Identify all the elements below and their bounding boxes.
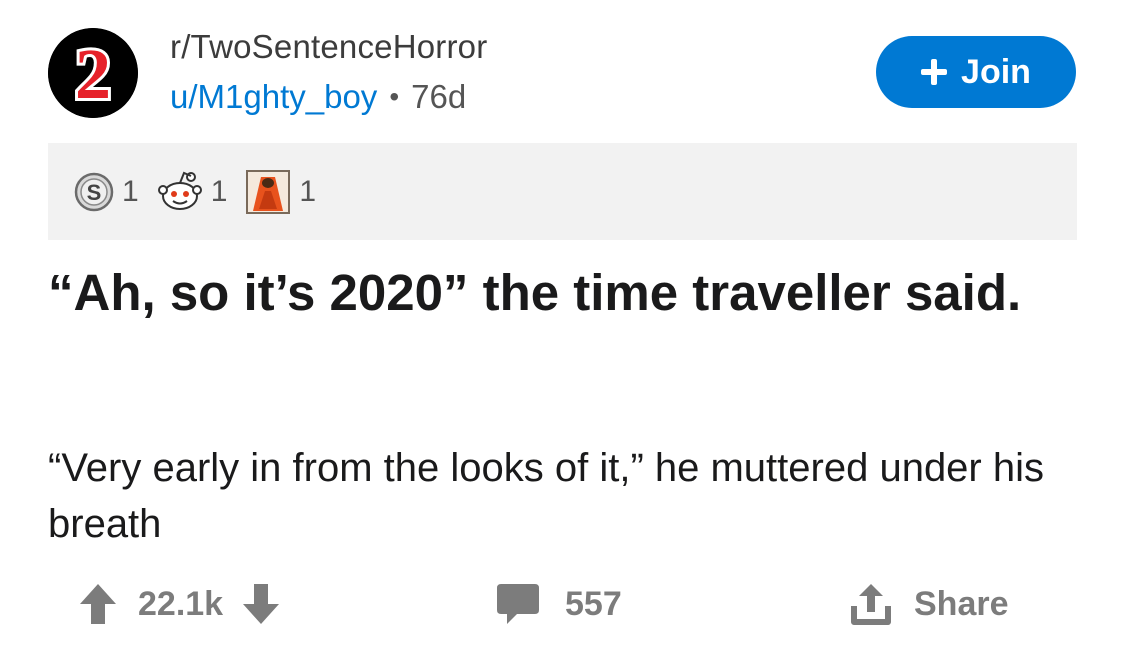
downvote-icon (243, 584, 280, 624)
award-shocked[interactable]: 1 (245, 169, 316, 215)
award-count: 1 (299, 174, 317, 208)
share-label: Share (914, 584, 1009, 623)
comment-count: 557 (565, 584, 622, 623)
author-username[interactable]: u/M1ghty_boy (170, 78, 377, 116)
downvote-button[interactable] (241, 582, 281, 626)
upvote-icon (80, 584, 116, 624)
awards-bar[interactable]: S 1 1 1 (48, 143, 1077, 240)
post-title[interactable]: “Ah, so it’s 2020” the time traveller sa… (48, 262, 1088, 324)
subreddit-name[interactable]: r/TwoSentenceHorror (170, 28, 487, 66)
post-body: “Very early in from the looks of it,” he… (48, 446, 1044, 546)
silver-award-icon: S (74, 172, 114, 211)
post-meta: u/M1ghty_boy • 76d (170, 78, 466, 116)
meta-separator: • (389, 81, 400, 112)
vote-score: 22.1k (138, 584, 224, 623)
comment-icon (497, 584, 539, 624)
share-icon (851, 584, 891, 625)
award-count: 1 (122, 174, 139, 208)
svg-text:S: S (87, 180, 102, 205)
upvote-button[interactable] (78, 582, 118, 626)
vote-bar: 22.1k (78, 582, 281, 626)
avatar-graphic: 2 2 (48, 28, 138, 118)
post-age: 76d (411, 78, 467, 115)
award-silver[interactable]: S 1 (74, 172, 139, 212)
award-count: 1 (210, 174, 228, 208)
award-wholesome[interactable]: 1 (157, 170, 228, 214)
comments-button[interactable]: 557 (495, 582, 622, 626)
plus-icon (921, 59, 948, 85)
avatar-number: 2 (75, 34, 111, 114)
share-button[interactable]: Share (850, 582, 1009, 626)
join-button[interactable]: Join (876, 36, 1076, 108)
shocked-award-icon (246, 169, 291, 214)
wholesome-award-icon (157, 171, 202, 210)
subreddit-avatar[interactable]: 2 2 (48, 28, 138, 118)
join-label: Join (961, 52, 1031, 91)
